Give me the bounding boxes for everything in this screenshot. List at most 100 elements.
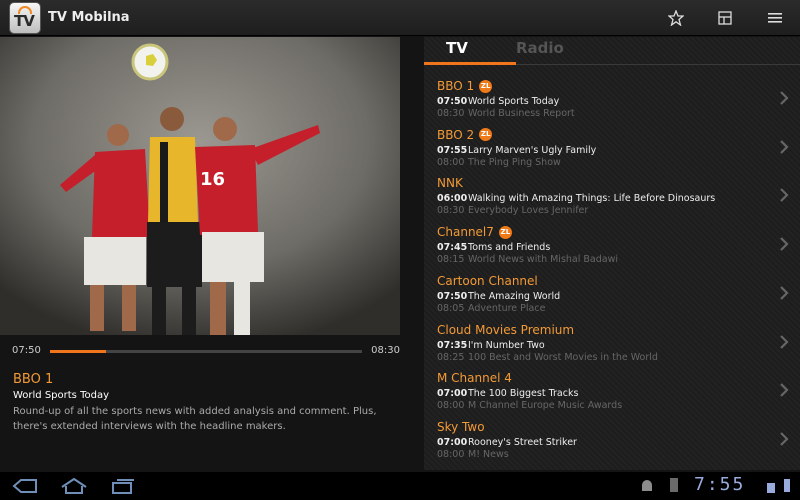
next-program: 08:05 Adventure Place: [437, 303, 545, 314]
channel-name: Cloud Movies Premium: [437, 323, 574, 337]
next-program-title: The Ping Ping Show: [468, 156, 561, 168]
next-program-time: 08:30: [437, 108, 465, 119]
progress-track[interactable]: [50, 350, 362, 353]
channel-row[interactable]: Cartoon Channel 07:50The Amazing World 08:…: [424, 270, 800, 318]
favorite-star-icon: [668, 10, 684, 26]
menu-icon: [768, 13, 782, 23]
channel-guide: TV Radio BBO 1 ZL 07:50World Sports Today 0…: [424, 37, 800, 470]
current-program-title: Rooney's Street Striker: [468, 436, 577, 448]
current-program: 07:50The Amazing World: [437, 291, 560, 302]
channel-name-text: BBO 2: [437, 127, 475, 142]
current-program-title: Larry Marven's Ugly Family: [468, 144, 597, 156]
channel-row[interactable]: M Channel 4 07:00The 100 Biggest Tracks 08…: [424, 367, 800, 415]
next-program-time: 08:30: [437, 205, 465, 217]
channel-name: Channel7 ZL: [437, 225, 512, 239]
next-program-time: 08:00: [437, 400, 465, 412]
guide-layout-button[interactable]: [713, 6, 737, 30]
now-playing-title: World Sports Today: [13, 390, 109, 401]
playback-progress: 07:50 08:30: [0, 342, 400, 362]
home-icon[interactable]: [60, 477, 88, 495]
chevron-right-icon: [780, 91, 789, 105]
channel-name: Sky Two: [437, 420, 485, 434]
current-program-title: World Sports Today: [468, 96, 560, 107]
app-icon-text: TV: [14, 12, 35, 30]
current-program-time: 07:00: [437, 436, 468, 448]
next-program: 08:00 M! News: [437, 449, 509, 460]
chevron-right-icon: [780, 188, 789, 203]
channel-row[interactable]: Sky Two 07:00Rooney's Street Striker 08:00…: [424, 416, 800, 464]
next-program-time: 08:00: [437, 448, 465, 460]
channel-badge: ZL: [479, 79, 493, 93]
tab-tv[interactable]: TV: [446, 39, 468, 57]
tab-bar: TV Radio: [424, 37, 800, 67]
channel-name-text: Channel7: [437, 225, 494, 240]
channel-name: BBO 2 ZL: [437, 127, 493, 142]
current-program: 07:50World Sports Today: [437, 96, 559, 107]
next-program-title: 100 Best and Worst Movies in the World: [468, 351, 658, 363]
next-program: 08:15 World News with Mishal Badawi: [437, 254, 618, 265]
next-program: 08:00 M Channel Europe Music Awards: [437, 400, 622, 411]
next-program: 08:00 The Ping Ping Show: [437, 157, 561, 168]
end-time: 08:30: [371, 345, 400, 356]
channel-row[interactable]: BBO 1 ZL 07:50World Sports Today 08:30 World…: [424, 75, 800, 123]
app-title: TV Mobilna: [48, 10, 130, 25]
channel-name-text: Cartoon Channel: [437, 273, 538, 288]
next-program-title: M! News: [468, 448, 509, 460]
current-program-time: 07:00: [437, 388, 468, 400]
channel-row[interactable]: NNK 06:00Walking with Amazing Things: Lif…: [424, 172, 800, 220]
next-program-title: Adventure Place: [468, 302, 546, 314]
sd-card-icon: [670, 478, 678, 492]
next-program-time: 08:05: [437, 302, 465, 314]
battery-icon: [784, 479, 790, 492]
next-program-time: 08:25: [437, 351, 465, 363]
channel-name: NNK: [437, 176, 463, 190]
now-playing-channel: BBO 1: [13, 372, 54, 387]
channel-badge: ZL: [498, 225, 512, 239]
guide-layout-icon: [718, 11, 732, 25]
favorite-button[interactable]: [664, 6, 688, 30]
chevron-right-icon: [780, 139, 789, 154]
current-program: 07:45Toms and Friends: [437, 242, 550, 253]
tv-app-logo[interactable]: TV: [10, 3, 40, 33]
next-program-title: World News with Mishal Badawi: [468, 254, 618, 266]
current-program-time: 07:50: [437, 96, 468, 107]
chevron-right-icon: [780, 383, 789, 397]
channel-name: BBO 1 ZL: [437, 79, 493, 93]
current-program: 06:00Walking with Amazing Things: Life B…: [437, 193, 715, 204]
current-program-time: 07:50: [437, 290, 468, 302]
channel-badge: ZL: [479, 128, 493, 142]
current-program: 07:00The 100 Biggest Tracks: [437, 388, 578, 399]
menu-button[interactable]: [763, 6, 787, 30]
start-time: 07:50: [12, 345, 41, 356]
channel-name-text: M Channel 4: [437, 371, 512, 386]
system-bar: 7:55: [0, 472, 800, 500]
recent-apps-icon[interactable]: [110, 477, 136, 495]
svg-text:16: 16: [200, 169, 225, 190]
active-tab-indicator: [424, 62, 516, 65]
current-program: 07:55Larry Marven's Ugly Family: [437, 145, 596, 156]
back-icon[interactable]: [12, 477, 38, 495]
next-program: 08:30 World Business Report: [437, 108, 575, 119]
channel-name-text: Cloud Movies Premium: [437, 322, 575, 337]
tab-radio[interactable]: Radio: [516, 39, 564, 57]
channel-row[interactable]: BBO 2 ZL 07:55Larry Marven's Ugly Family 08…: [424, 124, 800, 172]
channel-name: Cartoon Channel: [437, 274, 538, 288]
next-program-title: Everybody Loves Jennifer: [468, 205, 589, 217]
current-program-time: 07:35: [437, 339, 468, 351]
progress-fill: [50, 350, 107, 353]
action-bar: TV TV Mobilna: [0, 0, 800, 36]
video-player[interactable]: 16: [0, 37, 400, 335]
chevron-right-icon: [780, 237, 789, 251]
current-program: 07:00Rooney's Street Striker: [437, 437, 577, 448]
channel-row[interactable]: Cloud Movies Premium 07:35I'm Number Two 0…: [424, 319, 800, 367]
current-program-title: I'm Number Two: [468, 339, 545, 351]
next-program-time: 08:15: [437, 254, 465, 266]
next-program-time: 08:00: [437, 156, 465, 168]
clock: 7:55: [694, 474, 746, 495]
current-program-time: 07:45: [437, 242, 468, 254]
android-debug-icon: [642, 480, 652, 491]
now-playing-description: Round-up of all the sports news with add…: [13, 406, 377, 432]
chevron-right-icon: [780, 432, 789, 446]
next-program: 08:25 100 Best and Worst Movies in the Wo…: [437, 352, 658, 363]
channel-row[interactable]: Channel7 ZL 07:45Toms and Friends 08:15 Worl…: [424, 221, 800, 269]
